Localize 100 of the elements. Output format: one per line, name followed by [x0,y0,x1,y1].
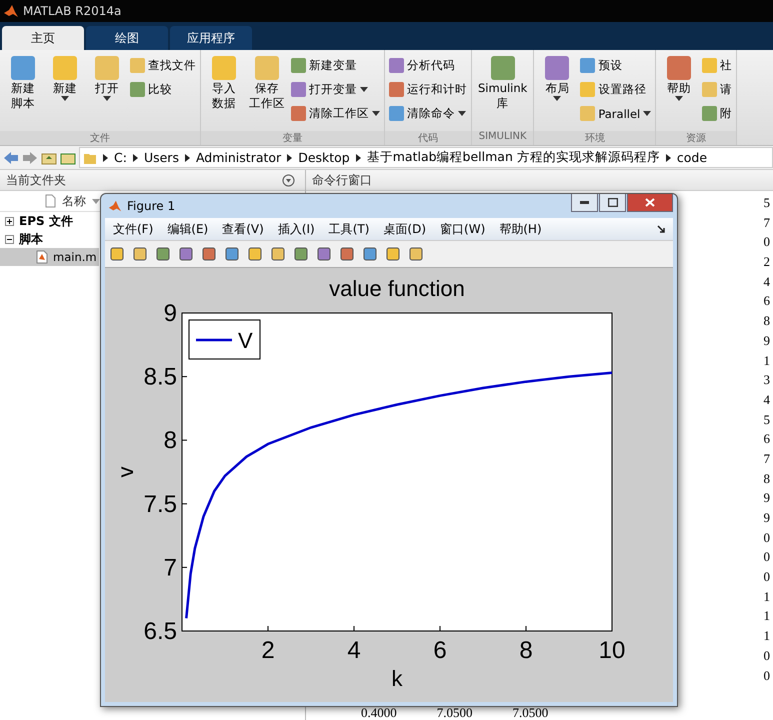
caret-icon[interactable] [458,111,466,116]
toolbar-icon[interactable] [155,246,171,262]
legend-box [188,320,260,360]
menu-item[interactable]: 帮助(H) [499,220,542,238]
path-segment[interactable]: C: [114,150,127,165]
toolbar-icon[interactable] [385,246,401,262]
caret-icon [356,154,361,162]
toolbar-icon[interactable] [224,246,240,262]
ribbon-button[interactable]: 导入 数据 [205,54,243,131]
output-text: 7.0500 [436,705,472,720]
caret-icon[interactable] [372,111,380,116]
sort-caret-icon[interactable] [92,198,100,204]
toolbar-icon[interactable] [270,246,286,262]
path-segment[interactable]: 基于matlab编程bellman 方程的实现求解源码程序 [366,149,660,166]
ribbon-button[interactable]: 清除命令 [389,104,467,123]
ribbon-button[interactable]: Simulink 库 [476,54,530,131]
dropdown-circle-icon[interactable] [282,174,295,186]
caret-icon[interactable] [553,96,562,101]
menu-item[interactable]: 工具(T) [328,220,370,238]
toolbar-icon[interactable] [247,246,263,262]
path-field[interactable]: C: Users Administrator Desktop 基于matlab编程bellman 方程的实现求解源码程序 code [79,147,773,168]
path-segment[interactable]: Desktop [298,150,350,165]
caret-icon[interactable] [675,96,684,101]
output-text: 5 [764,194,770,212]
file-item[interactable]: main.m [0,248,99,266]
ribbon-button[interactable]: 清除工作区 [291,104,380,123]
expander-icon[interactable] [5,216,14,226]
toolbar-icon[interactable] [339,246,355,262]
menu-item[interactable]: 查看(V) [222,220,264,238]
toolbar-icon[interactable] [293,246,309,262]
ribbon-button[interactable]: 比较 [130,80,196,99]
ribbon-tab[interactable]: 主页 [2,26,84,50]
toolbar-icon[interactable] [362,246,378,262]
ribbon-button[interactable]: 保存 工作区 [247,54,287,131]
column-header[interactable]: 名称 [62,192,86,210]
axis-tick-label: 8 [164,427,177,454]
window-title: MATLAB R2014a [23,4,122,18]
browse-folder-icon[interactable] [60,150,76,164]
menu-item[interactable]: 窗口(W) [440,220,486,238]
toolbar-icon[interactable] [132,246,148,262]
path-segment[interactable]: Users [144,150,179,165]
axis-tick-label: 6 [433,637,447,664]
toolbar-icon[interactable] [178,246,194,262]
ribbon-tab[interactable]: 绘图 [86,26,168,50]
caret-icon [184,154,190,162]
ribbon-button[interactable]: Parallel [580,104,652,123]
output-text: 9 [764,509,770,527]
ribbon-button[interactable]: 帮助 [660,54,698,131]
tree-item[interactable]: EPS 文件 [0,212,73,230]
caret-icon[interactable] [103,96,111,101]
caret-icon[interactable] [360,87,368,92]
maximize-button[interactable] [599,194,626,212]
menu-item[interactable]: 编辑(E) [167,220,208,238]
up-folder-icon[interactable] [41,150,57,164]
output-text: 9 [764,332,770,350]
ribbon-button[interactable]: 附 [702,104,732,123]
menu-item[interactable]: 插入(I) [278,220,315,238]
tree-item[interactable]: 脚本 [0,230,43,248]
matlab-logo-icon [3,3,19,19]
toolbar-icon[interactable] [408,246,424,262]
dock-arrow-icon[interactable] [657,225,665,233]
ribbon-button[interactable]: 请 [702,80,732,99]
ribbon-button[interactable]: 社 [702,56,732,75]
ribbon-tab[interactable]: 应用程序 [170,26,252,50]
ribbon-button[interactable]: 设置路径 [580,80,652,99]
toolbar-icon[interactable] [316,246,332,262]
ribbon-button[interactable]: 新建 [46,54,84,131]
path-segment[interactable]: Administrator [196,150,282,165]
ribbon-button[interactable]: 查找文件 [130,56,196,75]
toolbar-icon[interactable] [201,246,217,262]
ribbon-button[interactable]: 布局 [538,54,576,131]
legend-line [196,338,232,342]
window-title: Figure 1 [127,199,176,213]
output-text: 9 [764,489,770,508]
output-text: 0 [764,646,770,665]
output-text: 6 [764,292,770,310]
menu-item[interactable]: 桌面(D) [383,220,426,238]
ribbon-button[interactable]: 打开变量 [291,80,380,99]
output-text: 0 [764,233,770,252]
toolbar-icon[interactable] [109,246,125,262]
ribbon-button[interactable]: 运行和计时 [389,80,467,99]
expander-icon[interactable] [5,234,14,244]
ribbon-button[interactable]: 分析代码 [389,56,467,75]
output-text: 6 [764,430,770,448]
caret-icon[interactable] [61,96,69,101]
close-button[interactable] [627,194,673,212]
ribbon-button[interactable]: 新建变量 [291,56,380,75]
caret-icon[interactable] [643,111,652,116]
menu-item[interactable]: 文件(F) [113,220,154,238]
back-arrow-icon[interactable] [3,150,19,164]
close-icon [645,198,655,207]
axis-tick-label: 8.5 [144,364,177,391]
path-segment[interactable]: code [676,150,708,165]
axis-tick-label: 9 [164,300,177,327]
axis-tick-label: 4 [347,637,361,664]
output-text: 4 [764,390,770,409]
minimize-button[interactable] [571,194,598,212]
ribbon-button[interactable]: 打开 [88,54,126,131]
ribbon-button[interactable]: 预设 [580,56,652,75]
ribbon-button[interactable]: 新建 脚本 [4,54,42,131]
